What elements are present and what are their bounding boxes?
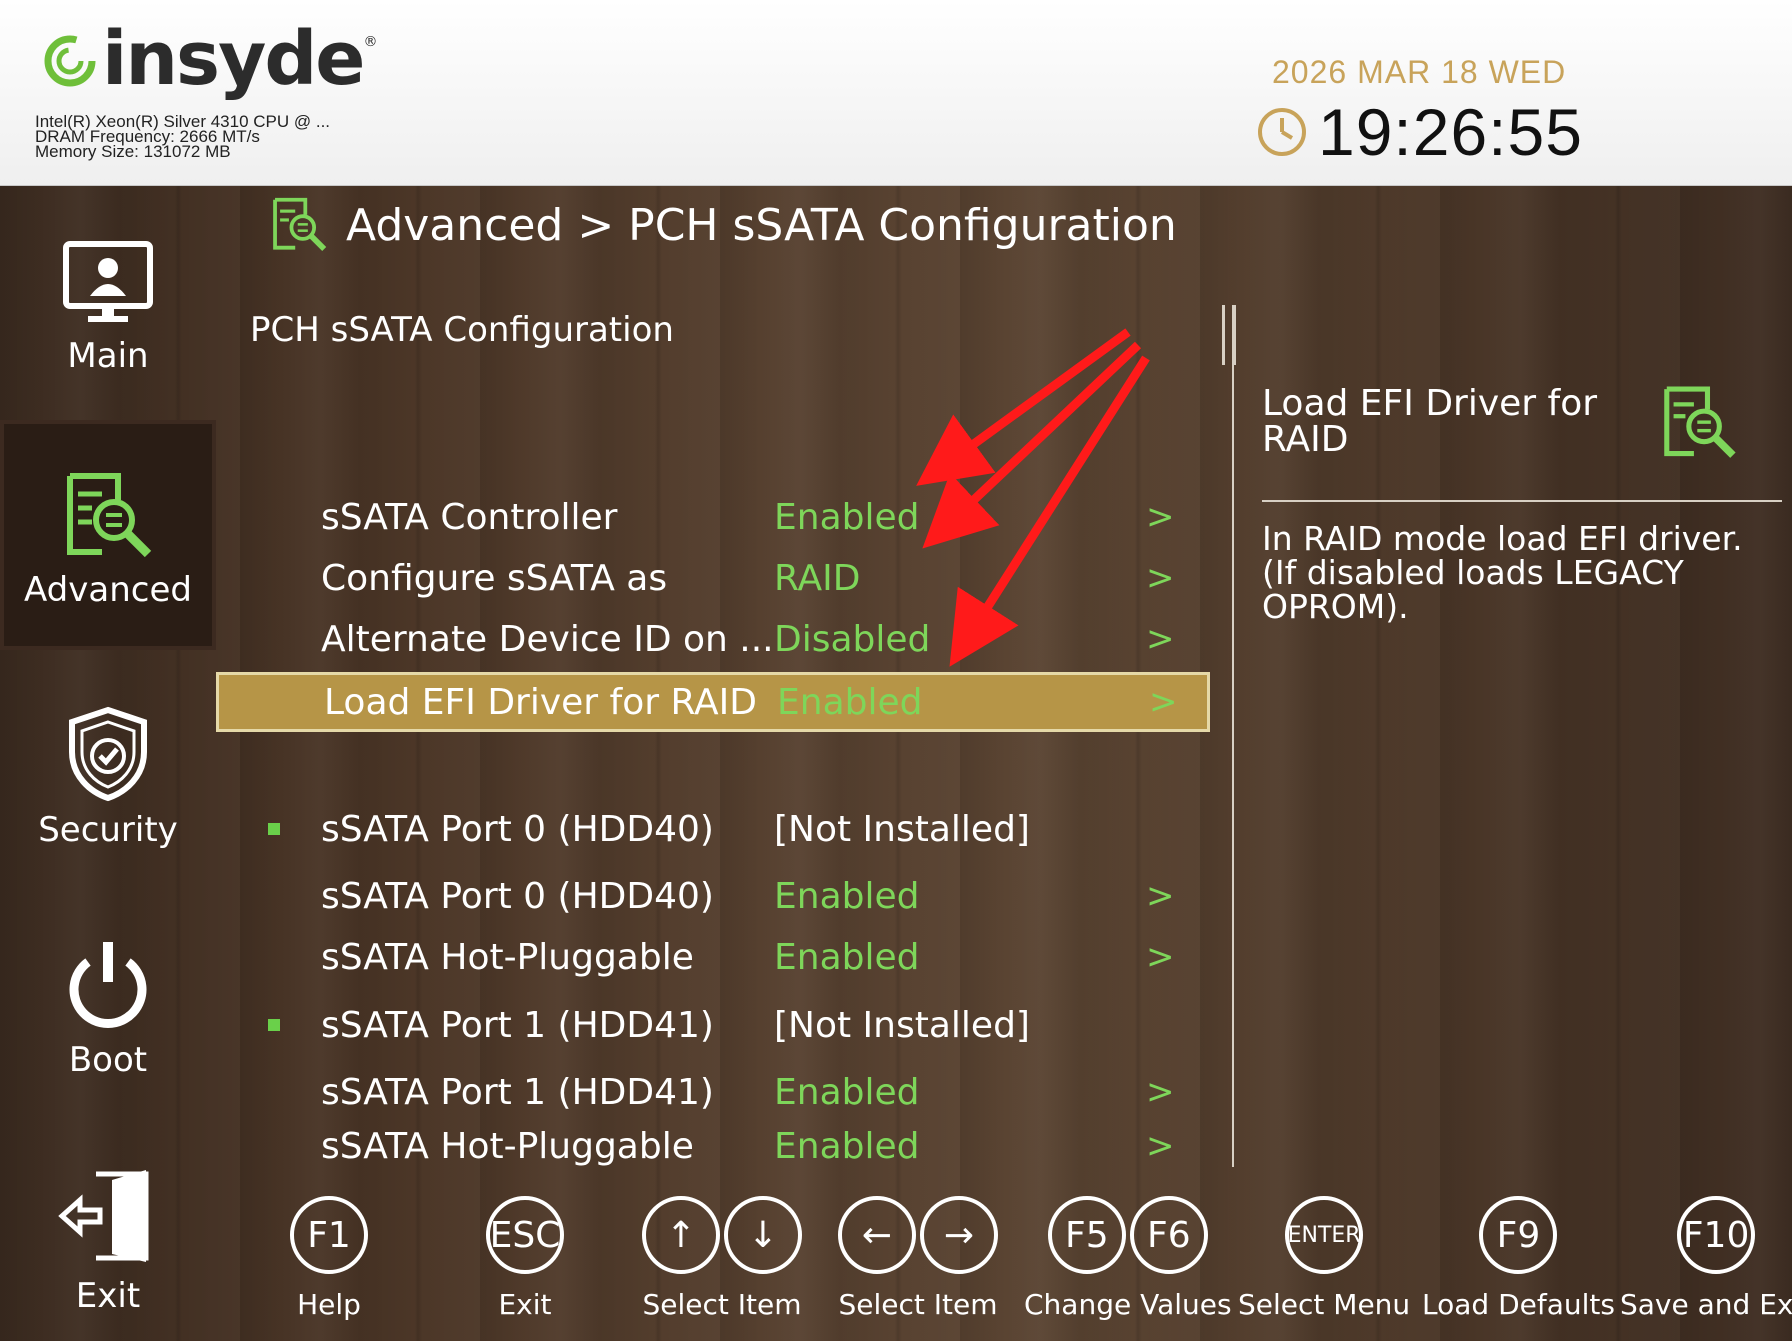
key-label: Select Item	[642, 1288, 802, 1321]
esc-key-icon: ESC	[486, 1196, 564, 1274]
key-label: Save and Exit	[1620, 1288, 1792, 1321]
arrow-right-key-icon: →	[920, 1196, 998, 1274]
arrow-down-key-icon: ↓	[724, 1196, 802, 1274]
key-select-menu[interactable]: ENTER Select Menu	[1238, 1196, 1410, 1321]
key-change-values[interactable]: F5 F6 Change Values	[1024, 1196, 1232, 1321]
key-label: Select Menu	[1238, 1288, 1411, 1321]
key-label: Change Values	[1024, 1288, 1232, 1321]
f10-key-icon: F10	[1677, 1196, 1756, 1274]
key-label: Select Item	[838, 1288, 998, 1321]
key-save-and-exit[interactable]: F10 Save and Exit	[1620, 1196, 1792, 1321]
annotation-arrow-2	[922, 341, 1142, 549]
enter-key-icon: ENTER	[1285, 1196, 1364, 1274]
annotation-arrow-3	[949, 355, 1150, 667]
f9-key-icon: F9	[1479, 1196, 1558, 1274]
f5-key-icon: F5	[1047, 1196, 1126, 1274]
f1-key-icon: F1	[290, 1196, 368, 1274]
key-label: Help	[297, 1288, 361, 1321]
key-label: Exit	[498, 1288, 552, 1321]
key-exit[interactable]: ESC Exit	[486, 1196, 564, 1321]
key-help[interactable]: F1 Help	[290, 1196, 368, 1321]
key-select-item-leftright[interactable]: ← → Select Item	[838, 1196, 998, 1321]
key-load-defaults[interactable]: F9 Load Defaults	[1422, 1196, 1615, 1321]
arrow-up-key-icon: ↑	[642, 1196, 720, 1274]
key-select-item-updown[interactable]: ↑ ↓ Select Item	[642, 1196, 802, 1321]
key-label: Load Defaults	[1422, 1288, 1615, 1321]
f6-key-icon: F6	[1129, 1196, 1208, 1274]
arrow-left-key-icon: ←	[838, 1196, 916, 1274]
annotation-arrows	[916, 328, 1150, 667]
